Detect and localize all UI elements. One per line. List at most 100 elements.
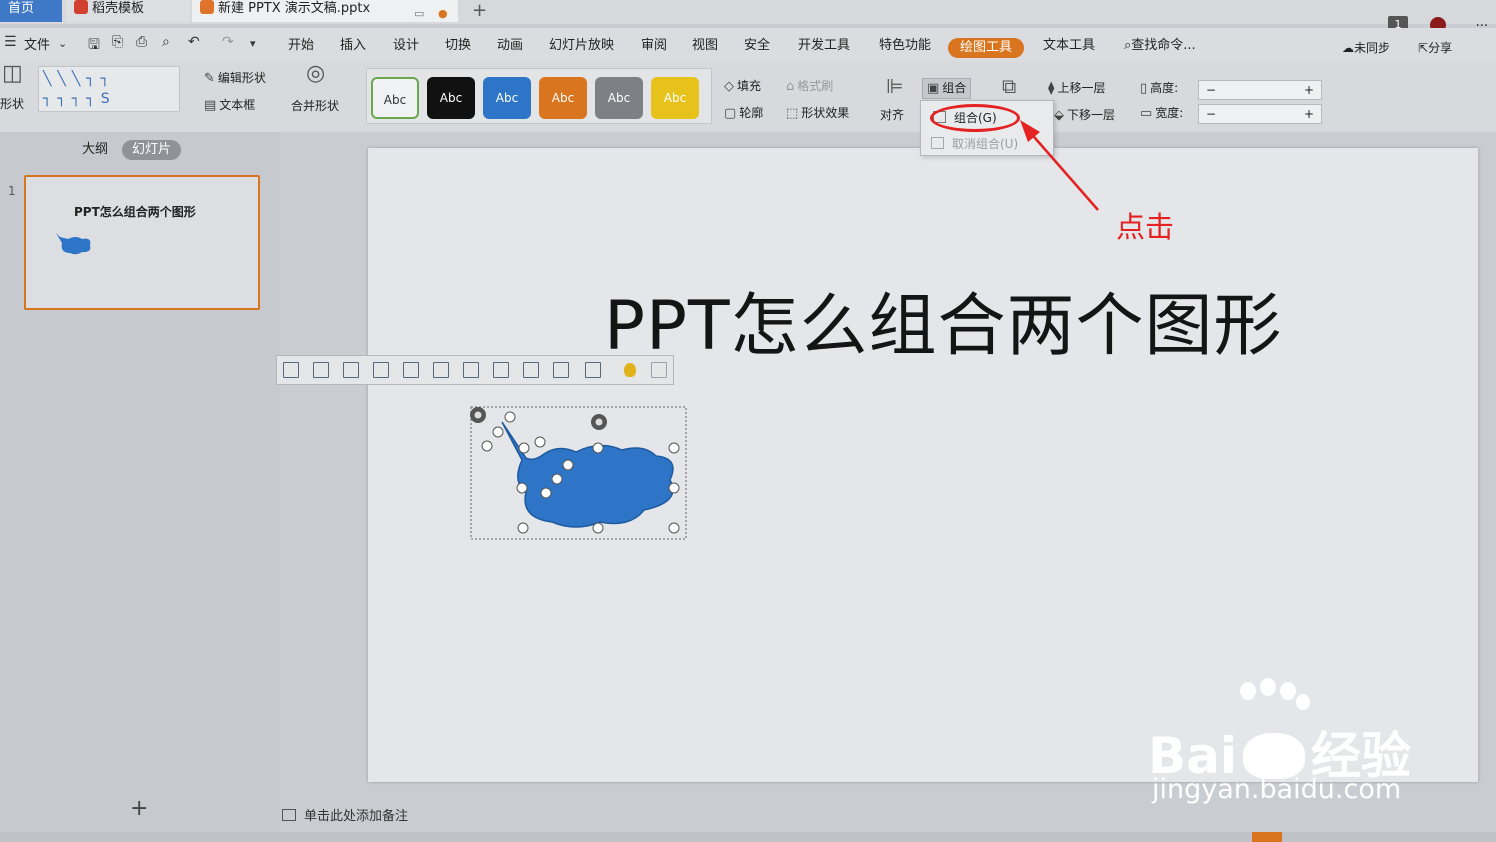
share-button[interactable]: ⇱分享 [1418,38,1452,58]
save-icon[interactable]: 🖫 [88,34,100,58]
fill-label: 填充 [737,79,762,93]
textbox-button[interactable]: ▤ 文本框 [204,97,255,114]
align-bottom-icon[interactable] [433,362,449,378]
new-tab-button[interactable]: + [472,0,487,22]
cloud-callout-shape [501,421,674,528]
bring-forward-icon: ⧫ [1048,81,1055,96]
shape-effects-label: 形状效果 [801,106,850,120]
shape-effects-button[interactable]: ⬚ 形状效果 [786,105,849,122]
menu-security[interactable]: 安全 [744,36,770,56]
tab-outline[interactable]: 大纲 [82,140,108,160]
width-minus-button[interactable]: − [1201,105,1221,123]
cloud-icon: ☁ [1342,41,1354,55]
menu-view[interactable]: 视图 [692,36,718,56]
menu-transitions[interactable]: 切换 [445,36,471,56]
crop-icon[interactable] [553,362,569,378]
callout-text: 点击 [1116,210,1175,244]
align-icon[interactable]: ⊫ [886,76,903,96]
group-icon: ▣ [927,81,940,96]
align-left-icon[interactable] [283,362,299,378]
tab-document[interactable]: 新建 PPTX 演示文稿.pptx ▭ ● [192,0,458,22]
redo-icon[interactable]: ↷ [222,34,234,50]
shapes-icon[interactable]: ◫ [2,63,23,85]
paw-toe-3 [1280,682,1296,700]
format-painter-button[interactable]: ⌂ 格式刷 [786,78,833,95]
menu-item-ungroup[interactable]: 取消组合(U) [931,135,1018,152]
outline-button[interactable]: ▢ 轮廓 [724,105,763,122]
style-swatch-gray[interactable]: Abc [595,77,643,119]
monitor-icon[interactable]: ▭ [414,5,424,22]
slide-title[interactable]: PPT怎么组合两个图形 [604,270,1283,369]
tab-document-label: 新建 PPTX 演示文稿.pptx [218,1,371,16]
distribute-vertical-icon[interactable] [523,362,539,378]
customize-icon[interactable]: ▾ [250,37,256,50]
menu-animations[interactable]: 动画 [497,36,523,56]
distribute-icon[interactable] [463,362,479,378]
merge-shapes-icon[interactable]: ◎ [306,63,325,85]
export-icon[interactable]: ⎘ [112,34,123,50]
tab-slides[interactable]: 幻灯片 [122,140,182,160]
align-middle-icon[interactable] [403,362,419,378]
style-swatch-black[interactable]: Abc [427,77,475,119]
group-shapes-icon[interactable] [585,362,601,378]
style-swatch-blue[interactable]: Abc [483,77,531,119]
selected-shapes-group[interactable] [460,400,700,550]
menu-drawing-tools[interactable]: 绘图工具 [948,38,1025,58]
slide-thumbnail[interactable]: PPT怎么组合两个图形 [24,175,260,310]
format-painter-label: 格式刷 [797,79,834,93]
menu-slideshow[interactable]: 幻灯片放映 [549,36,614,56]
height-icon: ▯ [1140,81,1148,96]
add-slide-button[interactable]: + [130,796,148,821]
undo-icon[interactable]: ↶ [188,34,200,50]
textbox-icon: ▤ [204,98,217,113]
align-right-icon[interactable] [343,362,359,378]
align-center-icon[interactable] [313,362,329,378]
rotate-handle-icons [470,407,607,430]
play-slideshow-button[interactable] [1252,832,1282,842]
preview-icon[interactable]: ⌕ [162,34,170,50]
bring-forward-button[interactable]: ⧫ 上移一层 [1048,80,1105,97]
tab-home[interactable]: 首页 [0,0,62,22]
shape-effects-icon: ⬚ [786,106,799,121]
chevron-down-icon[interactable]: ⌄ [58,37,67,50]
align-top-icon[interactable] [373,362,389,378]
hamburger-icon[interactable]: ☰ [4,34,17,50]
menu-design[interactable]: 设计 [393,36,419,56]
selection-pane-icon[interactable]: ⧉ [1002,76,1016,96]
search-command[interactable]: ⌕查找命令... [1124,36,1196,56]
merge-shapes-button[interactable]: 合并形状 [291,98,339,114]
menu-file[interactable]: 文件 [24,36,50,56]
baidu-watermark: Bai 经验 jingyan.baidu.com [1148,678,1418,818]
menu-insert[interactable]: 插入 [340,36,366,56]
style-swatch-orange[interactable]: Abc [539,77,587,119]
lightbulb-icon[interactable] [624,363,636,377]
notes-icon [282,809,296,821]
tab-bar: 首页 稻壳模板 新建 PPTX 演示文稿.pptx ▭ ● + [0,0,1496,24]
distribute-horizontal-icon[interactable] [493,362,509,378]
width-plus-button[interactable]: + [1299,105,1319,123]
edit-shape-button[interactable]: ✎ 编辑形状 [204,70,266,87]
menu-special[interactable]: 特色功能 [879,36,931,56]
red-arrow-icon [1020,120,1099,211]
width-input[interactable]: − + [1198,104,1322,124]
menu-text-tools[interactable]: 文本工具 [1043,36,1095,56]
fill-button[interactable]: ◇ 填充 [724,78,761,95]
height-input[interactable]: − + [1198,80,1322,100]
more-options-icon[interactable] [651,362,667,378]
style-swatch-white[interactable]: Abc [371,77,419,119]
menu-developer[interactable]: 开发工具 [798,36,850,56]
align-button[interactable]: 对齐 [880,107,904,123]
thumbnail-title: PPT怎么组合两个图形 [74,205,196,219]
menu-review[interactable]: 审阅 [641,36,667,56]
line-shape-gallery[interactable]: ╲╲╲┐┐ ┐┐┐┐S [38,66,180,112]
notes-area[interactable]: 单击此处添加备注 [282,805,408,824]
shapes-button[interactable]: 形状 [0,96,24,112]
height-plus-button[interactable]: + [1299,81,1319,99]
menu-home[interactable]: 开始 [288,36,314,56]
style-swatch-yellow[interactable]: Abc [651,77,699,119]
tab-templates[interactable]: 稻壳模板 [66,0,190,22]
sync-button[interactable]: ☁未同步 [1342,38,1390,58]
group-button[interactable]: ▣ 组合 [922,78,972,99]
height-minus-button[interactable]: − [1201,81,1221,99]
print-icon[interactable]: ⎙ [136,34,147,50]
